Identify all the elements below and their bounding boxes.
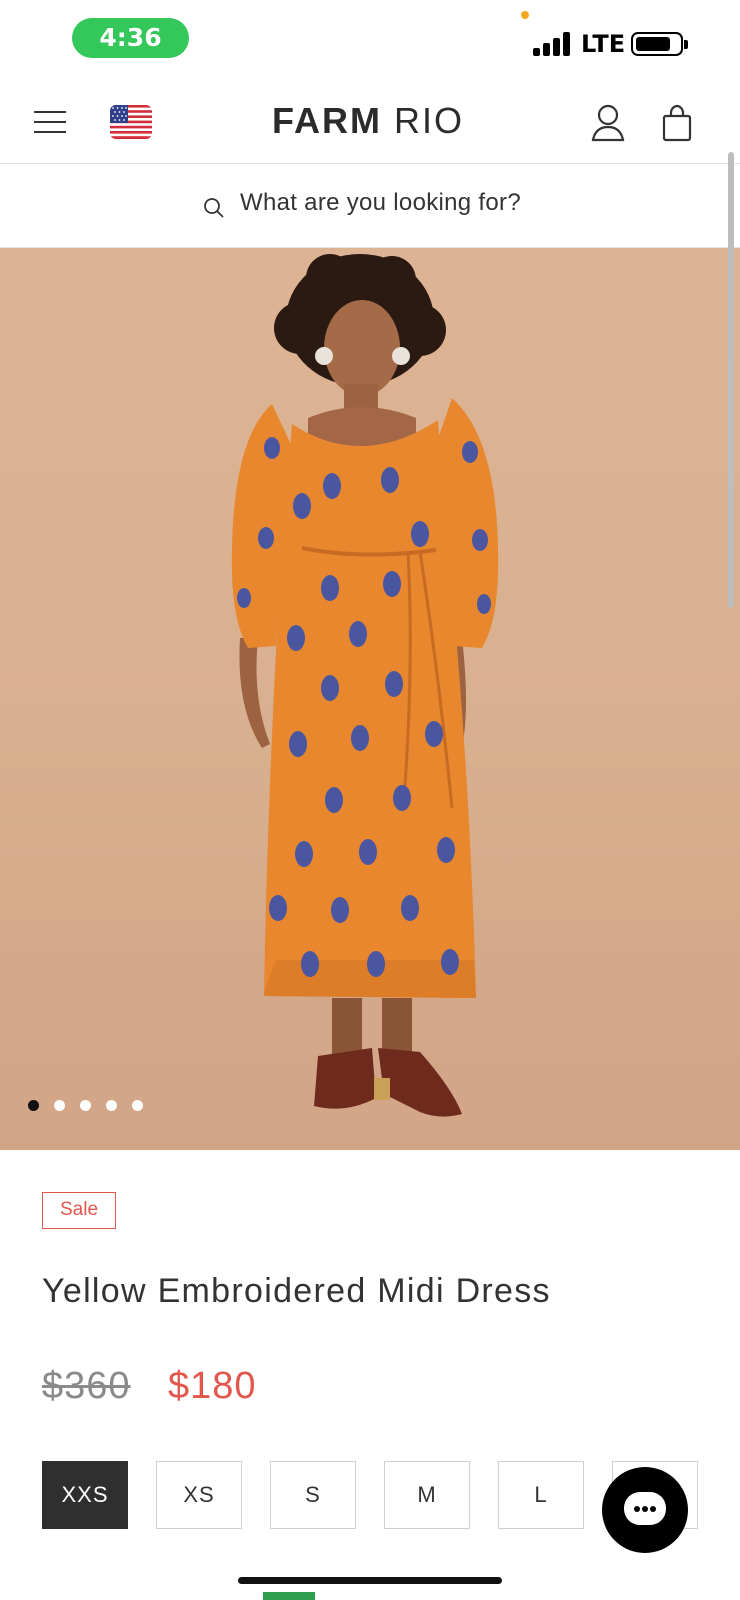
status-time: 4:36	[72, 18, 189, 58]
us-flag-icon[interactable]	[110, 105, 152, 139]
carousel-dot[interactable]	[80, 1100, 91, 1111]
size-option-xs[interactable]: XS	[156, 1461, 242, 1529]
brand-logo[interactable]: FARM RIO	[272, 100, 464, 142]
scrollbar[interactable]	[728, 152, 734, 608]
status-bar: 4:36 LTE	[0, 0, 740, 80]
home-indicator[interactable]	[238, 1577, 502, 1584]
shopping-bag-icon[interactable]	[661, 104, 693, 142]
size-guide-row	[56, 1589, 556, 1600]
size-option-s[interactable]: S	[270, 1461, 356, 1529]
search-input[interactable]: What are you looking for?	[240, 189, 521, 217]
size-fit-indicator	[263, 1592, 315, 1600]
sale-price: $180	[168, 1365, 257, 1407]
brand-logo-secondary: RIO	[394, 100, 465, 141]
brand-logo-primary: FARM	[272, 100, 382, 141]
product-photo-illustration	[0, 254, 740, 1150]
chat-icon	[624, 1492, 666, 1525]
product-image[interactable]	[0, 248, 740, 1150]
original-price: $360	[42, 1365, 131, 1407]
carousel-dot[interactable]	[54, 1100, 65, 1111]
privacy-indicator	[521, 11, 529, 19]
menu-icon[interactable]	[34, 108, 66, 136]
carousel-dot[interactable]	[106, 1100, 117, 1111]
size-option-m[interactable]: M	[384, 1461, 470, 1529]
signal-icon	[533, 32, 571, 56]
size-option-xxs[interactable]: XXS	[42, 1461, 128, 1529]
chat-button[interactable]	[602, 1467, 688, 1553]
site-header: FARM RIO	[0, 84, 740, 164]
carousel-dot[interactable]	[132, 1100, 143, 1111]
product-title: Yellow Embroidered Midi Dress	[42, 1272, 551, 1310]
carousel-dot[interactable]	[28, 1100, 39, 1111]
battery-icon	[631, 32, 688, 56]
search-bar[interactable]: What are you looking for?	[0, 165, 740, 248]
account-icon[interactable]	[591, 104, 625, 142]
search-icon[interactable]	[203, 197, 225, 219]
size-option-l[interactable]: L	[498, 1461, 584, 1529]
network-label: LTE	[581, 30, 626, 58]
sale-badge: Sale	[42, 1192, 116, 1229]
